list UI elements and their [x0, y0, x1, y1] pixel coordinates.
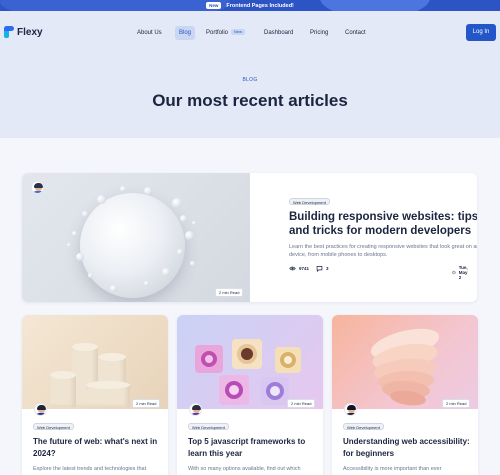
nav-new-badge: New [231, 29, 246, 35]
nav-item-blog[interactable]: Blog [175, 26, 196, 40]
featured-article-image [22, 173, 250, 302]
article-card[interactable]: 2 min Read Web Development The future of… [22, 315, 168, 475]
author-avatar[interactable] [34, 403, 47, 416]
page-title: Our most recent articles [152, 91, 348, 110]
publish-date: Tue, May 2 [452, 265, 471, 280]
article-title[interactable]: Understanding web accessibility: for beg… [343, 436, 471, 460]
nav-item-pricing[interactable]: Pricing [306, 26, 332, 40]
comments-stat: 3 [316, 265, 329, 272]
article-description: Explore the latest trends and technologi… [33, 466, 147, 472]
category-tag[interactable]: Web Development [343, 423, 384, 430]
read-time-badge: 2 min Read [287, 399, 316, 408]
eye-icon [289, 266, 296, 271]
promo-banner[interactable]: New Frontend Pages Included! [0, 0, 500, 11]
read-time-badge: 2 min Read [132, 399, 161, 408]
article-description: Accessibility is more important than eve… [343, 466, 442, 472]
article-title[interactable]: The future of web: what's next in 2024? [33, 436, 161, 460]
nav-item-label: Portfolio [206, 30, 229, 36]
category-tag[interactable]: Web Development [33, 423, 74, 430]
author-avatar[interactable] [189, 403, 202, 416]
nav-item-about-us[interactable]: About Us [133, 26, 166, 40]
nav-item-portfolio[interactable]: Portfolio New [202, 26, 249, 40]
calendar-icon [452, 270, 456, 275]
article-card[interactable]: 2 min Read Web Development Understanding… [332, 315, 478, 475]
read-time-badge: 2 min Read [442, 399, 471, 408]
promo-text: Frontend Pages Included! [226, 2, 294, 9]
views-stat: 9741 [289, 265, 309, 272]
nav-item-dashboard[interactable]: Dashboard [260, 26, 297, 40]
login-button[interactable]: Log In [466, 24, 496, 41]
article-card[interactable]: 2 min Read Web Development Top 5 javascr… [177, 315, 323, 475]
category-tag[interactable]: Web Development [188, 423, 229, 430]
hero-section: Flexy About Us Blog Portfolio New Dashboa… [0, 11, 500, 138]
author-avatar[interactable] [344, 403, 357, 416]
publish-date-text: Tue, May 2 [458, 265, 468, 280]
comment-icon [316, 266, 323, 272]
read-time-badge: 2 min Read [215, 288, 244, 297]
nav-item-contact[interactable]: Contact [341, 26, 370, 40]
comments-count: 3 [326, 266, 329, 271]
category-tag[interactable]: Web Development [289, 198, 330, 205]
featured-article-title[interactable]: Building responsive websites: tips and t… [289, 210, 477, 238]
article-title[interactable]: Top 5 javascript frameworks to learn thi… [188, 436, 316, 460]
main-nav: About Us Blog Portfolio New Dashboard Pri… [0, 26, 500, 40]
article-description: With so many options available, find out… [188, 466, 301, 472]
promo-badge: New [206, 2, 222, 9]
featured-article-card[interactable]: 2 min Read Web Development Building resp… [22, 173, 477, 302]
views-count: 9741 [299, 266, 310, 271]
featured-article-description: Learn the best practices for creating re… [289, 244, 477, 258]
article-image [22, 315, 168, 409]
article-image [332, 315, 478, 409]
article-image [177, 315, 323, 409]
section-eyebrow: BLOG [242, 77, 258, 83]
author-avatar[interactable] [31, 181, 44, 194]
